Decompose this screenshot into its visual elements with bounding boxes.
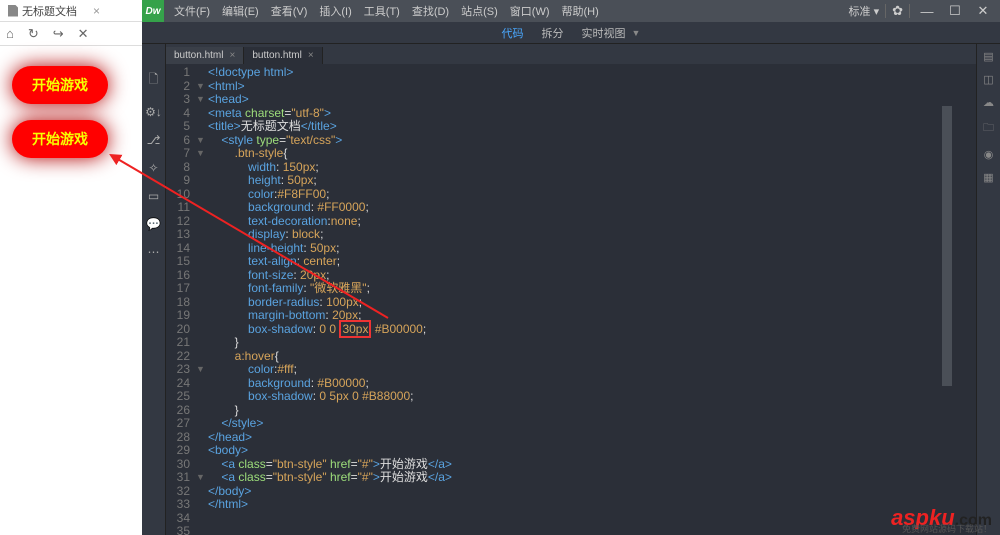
left-toolbar: 🗋 ⚙↓ ⎇ ✧ ▭ 💬 ⋯: [142, 44, 166, 535]
editor-area: button.html×button.html× 123456789101112…: [166, 44, 976, 535]
files-icon[interactable]: 🗀: [983, 119, 994, 138]
node-icon[interactable]: ✧: [148, 161, 158, 175]
close-tab-icon[interactable]: ×: [93, 4, 100, 18]
file-tab[interactable]: button.html×: [244, 47, 322, 64]
vertical-scrollbar[interactable]: [942, 106, 952, 535]
preview-pane: 开始游戏 开始游戏: [0, 46, 142, 535]
dw-view-bar: 代码 拆分 实时视图 ▼: [142, 22, 1000, 44]
menu-item[interactable]: 站点(S): [461, 3, 498, 19]
file-icon[interactable]: 🗋: [149, 70, 159, 91]
home-icon[interactable]: ⌂: [6, 26, 14, 41]
chat-icon[interactable]: 💬: [146, 217, 161, 231]
close-tab-icon[interactable]: ×: [308, 50, 314, 61]
menu-item[interactable]: 查看(V): [271, 3, 308, 19]
workspace-dropdown[interactable]: 标准 ▾: [849, 3, 880, 19]
view-live-tab[interactable]: 实时视图: [582, 25, 626, 41]
assets-icon[interactable]: ▤: [983, 50, 993, 63]
live-dropdown-icon[interactable]: ▼: [632, 28, 641, 38]
menu-item[interactable]: 工具(T): [364, 3, 400, 19]
menu-item[interactable]: 文件(F): [174, 3, 210, 19]
branch-icon[interactable]: ⎇: [147, 133, 161, 147]
panel-icon[interactable]: ▭: [148, 189, 159, 203]
close-tab-icon[interactable]: ×: [229, 50, 235, 61]
minimize-icon[interactable]: —: [916, 4, 938, 19]
file-tab-row: button.html×button.html×: [166, 44, 976, 64]
code-editor[interactable]: 1234567891011121314151617181920212223242…: [166, 64, 976, 535]
menu-item[interactable]: 插入(I): [319, 3, 351, 19]
redo-icon[interactable]: ↪: [53, 26, 64, 42]
browser-tab[interactable]: 无标题文档 ×: [0, 0, 108, 22]
view-code-tab[interactable]: 代码: [502, 25, 524, 41]
dw-titlebar: Dw 文件(F) 编辑(E) 查看(V) 插入(I) 工具(T) 查找(D) 站点(S) 窗口…: [142, 0, 1000, 22]
reload-icon[interactable]: ↻: [28, 26, 39, 42]
dreamweaver-window: Dw 文件(F) 编辑(E) 查看(V) 插入(I) 工具(T) 查找(D) 站点(S) 窗口…: [142, 0, 1000, 535]
view-split-tab[interactable]: 拆分: [542, 25, 564, 41]
preview-button-2[interactable]: 开始游戏: [12, 120, 108, 158]
lib-icon[interactable]: ▦: [983, 171, 993, 184]
css-icon[interactable]: ◫: [983, 73, 993, 86]
preview-button-1[interactable]: 开始游戏: [12, 66, 108, 104]
cloud-icon[interactable]: ☁: [983, 96, 994, 109]
menu-item[interactable]: 编辑(E): [222, 3, 259, 19]
browser-tab-title: 无标题文档: [22, 3, 77, 19]
right-panel-icons: ▤ ◫ ☁ 🗀 ◉ ▦: [976, 44, 1000, 535]
watermark-tagline: 免费网站源码下载站！: [902, 522, 992, 535]
menu-item[interactable]: 帮助(H): [562, 3, 599, 19]
settings-icon[interactable]: ⚙↓: [145, 105, 162, 119]
dw-logo: Dw: [142, 0, 164, 22]
menu-item[interactable]: 查找(D): [412, 3, 449, 19]
close-window-icon[interactable]: ✕: [972, 3, 994, 19]
menu-item[interactable]: 窗口(W): [510, 3, 550, 19]
more-icon[interactable]: ⋯: [148, 245, 160, 259]
stop-icon[interactable]: ✕: [78, 26, 89, 42]
gear-icon[interactable]: ✿: [892, 3, 903, 19]
file-tab[interactable]: button.html×: [166, 47, 244, 64]
document-icon: [8, 5, 18, 17]
cc-icon[interactable]: ◉: [984, 148, 994, 161]
dw-menu-bar: 文件(F) 编辑(E) 查看(V) 插入(I) 工具(T) 查找(D) 站点(S) 窗口(W)…: [164, 3, 599, 19]
maximize-icon[interactable]: ☐: [944, 3, 966, 19]
